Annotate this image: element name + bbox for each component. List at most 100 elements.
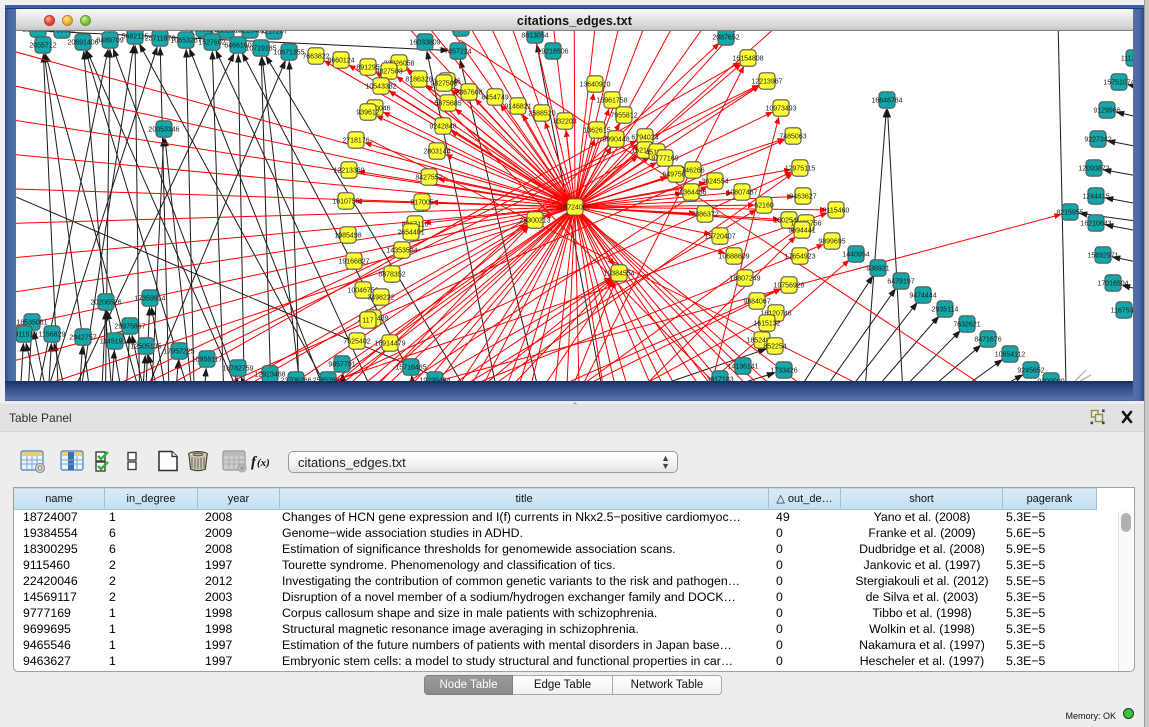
svg-text:23706266: 23706266: [280, 377, 311, 381]
svg-text:21364436: 21364436: [675, 189, 706, 196]
svg-text:6479197: 6479197: [887, 278, 914, 285]
svg-text:8215955: 8215955: [1056, 209, 1083, 216]
svg-text:20206526: 20206526: [90, 299, 121, 306]
svg-text:2654401: 2654401: [397, 229, 424, 236]
svg-text:7625402: 7625402: [343, 338, 370, 345]
svg-text:9694441: 9694441: [788, 227, 815, 234]
svg-text:5875685: 5875685: [434, 100, 461, 107]
svg-text:16782759: 16782759: [222, 365, 253, 372]
svg-text:6794024: 6794024: [631, 134, 658, 141]
svg-text:2867608: 2867608: [455, 89, 482, 96]
svg-text:13640910: 13640910: [579, 81, 610, 88]
svg-text:4735650: 4735650: [48, 31, 75, 34]
svg-text:2588520: 2588520: [528, 110, 555, 117]
svg-text:12093872: 12093872: [1078, 165, 1109, 172]
svg-text:1610755: 1610755: [332, 198, 359, 205]
svg-text:16033809: 16033809: [409, 39, 440, 46]
svg-text:15692971: 15692971: [1087, 252, 1118, 259]
svg-text:25852685: 25852685: [312, 377, 343, 381]
svg-text:8471676: 8471676: [974, 336, 1001, 343]
svg-text:10543382: 10543382: [365, 83, 396, 90]
svg-text:3917183: 3917183: [706, 376, 733, 381]
svg-text:9245652: 9245652: [1017, 367, 1044, 374]
svg-text:2718176: 2718176: [342, 137, 369, 144]
svg-text:8878352: 8878352: [378, 271, 405, 278]
svg-text:1527602: 1527602: [198, 39, 225, 46]
svg-text:746266: 746266: [681, 167, 704, 174]
svg-text:917005: 917005: [410, 199, 433, 206]
svg-text:10719185: 10719185: [245, 45, 276, 52]
svg-text:20053346: 20053346: [148, 126, 179, 133]
svg-text:19166827: 19166827: [338, 258, 369, 265]
svg-text:2055712: 2055712: [29, 42, 56, 49]
svg-text:117: 117: [362, 317, 373, 324]
svg-text:9146821: 9146821: [504, 103, 531, 110]
svg-text:20691406: 20691406: [67, 39, 98, 46]
svg-text:19756928: 19756928: [773, 282, 804, 289]
svg-text:3624554: 3624554: [701, 178, 728, 185]
svg-text:16648784: 16648784: [871, 97, 902, 104]
svg-text:16210643: 16210643: [1080, 220, 1111, 227]
svg-text:7386372: 7386372: [691, 211, 718, 218]
svg-text:(x): (x): [257, 457, 270, 469]
svg-text:19384554: 19384554: [603, 270, 634, 277]
svg-text:17654923: 17654923: [784, 253, 815, 260]
svg-text:18807249: 18807249: [729, 275, 760, 282]
svg-text:12505135: 12505135: [130, 343, 161, 350]
svg-text:1733426: 1733426: [770, 367, 797, 374]
svg-text:9899695: 9899695: [818, 238, 845, 245]
svg-text:1244415: 1244415: [1082, 193, 1109, 200]
svg-text:9777169: 9777169: [651, 155, 678, 162]
svg-text:9474444: 9474444: [909, 292, 936, 299]
svg-text:9884067: 9884067: [743, 298, 770, 305]
svg-text:1985498: 1985498: [334, 232, 361, 239]
svg-text:12213967: 12213967: [751, 78, 782, 85]
svg-text:14353594: 14353594: [386, 247, 417, 254]
svg-text:1362615: 1362615: [583, 127, 610, 134]
svg-text:10653267: 10653267: [170, 37, 201, 44]
svg-text:62160: 62160: [754, 202, 774, 209]
svg-text:832203: 832203: [553, 118, 576, 125]
svg-text:1167531: 1167531: [1111, 307, 1133, 314]
svg-text:1440954: 1440954: [842, 251, 869, 258]
svg-text:11451914: 11451914: [100, 338, 131, 345]
svg-text:9857791: 9857791: [328, 361, 355, 368]
svg-text:9217207: 9217207: [260, 31, 287, 35]
svg-text:9115460: 9115460: [823, 207, 850, 214]
svg-text:7357224: 7357224: [444, 48, 471, 55]
svg-text:8660124: 8660124: [327, 57, 354, 64]
svg-text:3911519: 3911519: [16, 331, 37, 338]
svg-text:17016504: 17016504: [1097, 280, 1128, 287]
svg-text:7955812: 7955812: [610, 112, 637, 119]
svg-text:8813054: 8813054: [521, 32, 548, 39]
svg-text:10654112: 10654112: [995, 351, 1026, 358]
svg-text:17359914: 17359914: [134, 295, 165, 302]
svg-text:10958117: 10958117: [192, 356, 223, 363]
svg-text:29975867: 29975867: [114, 323, 145, 330]
svg-text:9300000: 9300000: [1037, 378, 1064, 381]
svg-text:16154808: 16154808: [732, 55, 763, 62]
svg-text:19299464: 19299464: [419, 377, 450, 381]
svg-text:18724007: 18724007: [559, 204, 590, 211]
svg-text:7632621: 7632621: [953, 321, 980, 328]
svg-text:9129966: 9129966: [1093, 107, 1120, 114]
svg-text:2803144: 2803144: [423, 148, 450, 155]
svg-text:16961758: 16961758: [596, 97, 627, 104]
svg-text:938921: 938921: [866, 265, 889, 272]
svg-text:9242848: 9242848: [429, 123, 456, 130]
svg-text:10688609: 10688609: [718, 253, 749, 260]
svg-text:1615132: 1615132: [753, 320, 780, 327]
svg-text:10973493: 10973493: [765, 105, 796, 112]
svg-text:19218506: 19218506: [537, 48, 568, 55]
svg-text:12975115: 12975115: [785, 165, 816, 172]
svg-text:17957225: 17957225: [163, 348, 194, 355]
svg-text:8990448: 8990448: [602, 136, 629, 143]
svg-text:7663822: 7663822: [302, 53, 329, 60]
svg-text:10671355: 10671355: [273, 49, 304, 56]
svg-text:8454749: 8454749: [481, 94, 508, 101]
svg-text:7485063: 7485063: [779, 133, 806, 140]
svg-text:8427552: 8427552: [415, 174, 442, 181]
svg-text:9827503: 9827503: [375, 68, 402, 75]
svg-text:8186328: 8186328: [405, 76, 432, 83]
svg-text:2935114: 2935114: [932, 306, 959, 313]
